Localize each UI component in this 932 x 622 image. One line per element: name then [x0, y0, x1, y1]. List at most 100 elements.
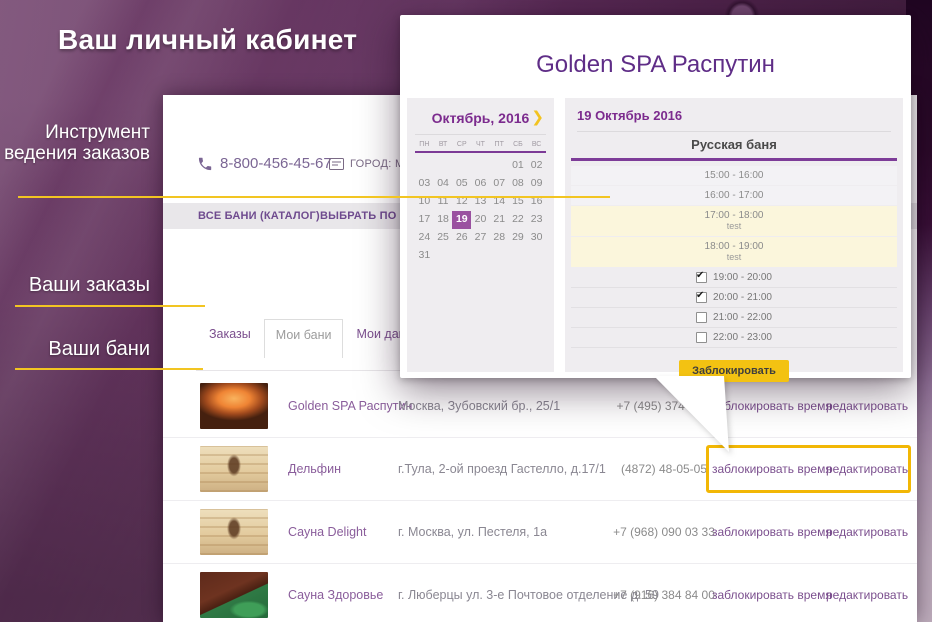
calendar-empty-cell — [490, 247, 509, 265]
tab-my-baths[interactable]: Мои бани — [263, 319, 344, 358]
calendar-divider — [415, 134, 546, 135]
calendar-empty-cell — [415, 157, 434, 175]
calendar-day[interactable]: 25 — [434, 229, 453, 247]
bath-thumbnail[interactable] — [200, 572, 268, 618]
calendar-weekday-label: ВС — [531, 141, 542, 148]
calendar-empty-cell — [434, 247, 453, 265]
slot-time: 20:00 - 21:00 — [713, 292, 772, 303]
calendar-weekday-label: СР — [456, 141, 467, 148]
day-divider — [577, 131, 891, 132]
slot-time: 17:00 - 18:00 — [704, 210, 764, 221]
block-time-link[interactable]: заблокировать время — [712, 525, 832, 539]
calendar-day[interactable]: 04 — [434, 175, 453, 193]
slot-time: 18:00 - 19:00 — [704, 241, 764, 252]
popup-title: Golden SPA Распутин — [536, 51, 775, 78]
edit-link[interactable]: редактировать — [826, 399, 908, 413]
calendar-weekday-label: ЧТ — [476, 141, 485, 148]
slot-time: 15:00 - 16:00 — [704, 170, 764, 181]
calendar-day[interactable]: 08 — [509, 175, 528, 193]
bath-thumbnail[interactable] — [200, 383, 268, 429]
annotation-line — [15, 305, 205, 307]
calendar-day[interactable]: 02 — [527, 157, 546, 175]
table-row: Golden SPA Распутин Москва, Зубовский бр… — [163, 375, 917, 438]
bath-phone: (4872) 48-05-05 — [620, 462, 708, 476]
block-time-link[interactable]: заблокировать время — [712, 588, 832, 602]
bath-thumbnail[interactable] — [200, 446, 268, 492]
slot-checkbox[interactable] — [696, 270, 708, 283]
calendar-month-label: Октябрь, 2016 ❯ — [415, 108, 546, 126]
table-row: Сауна Здоровье г. Люберцы ул. 3-е Почтов… — [163, 564, 917, 622]
phone-icon — [198, 157, 212, 170]
calendar-empty-cell — [452, 247, 471, 265]
calendar-day[interactable]: 22 — [509, 211, 528, 229]
annotation-line — [15, 368, 203, 370]
calendar-day[interactable]: 09 — [527, 175, 546, 193]
bath-name-link[interactable]: Сауна Здоровье — [288, 588, 383, 602]
calendar-empty-cell — [471, 157, 490, 175]
checkbox-slot-row: 20:00 - 21:00 — [571, 288, 897, 308]
slot-checkbox[interactable] — [696, 312, 708, 323]
block-time-link[interactable]: заблокировать время — [712, 462, 832, 476]
bath-name-link[interactable]: Golden SPA Распутин — [288, 399, 412, 413]
calendar-weekday-label: ПН — [419, 141, 430, 148]
calendar-weekday-label: СБ — [513, 141, 523, 148]
annotation-orders-tool: Инструмент ведения заказов — [4, 122, 150, 164]
calendar-day[interactable]: 01 — [509, 157, 528, 175]
day-purple-rule — [571, 158, 897, 161]
bath-phone: +7 (916) 384 84 00 — [613, 588, 715, 602]
calendar-day[interactable]: 27 — [471, 229, 490, 247]
edit-link[interactable]: редактировать — [826, 525, 908, 539]
bath-name-link[interactable]: Дельфин — [288, 462, 341, 476]
checkbox-slot-row: 22:00 - 23:00 — [571, 328, 897, 348]
slot-checkbox[interactable] — [696, 332, 708, 343]
calendar-day[interactable]: 07 — [490, 175, 509, 193]
annotation-line — [18, 196, 610, 198]
calendar-day[interactable]: 24 — [415, 229, 434, 247]
bath-address: г.Тула, 2-ой проезд Гастелло, д.17/1 — [398, 462, 606, 476]
edit-link[interactable]: редактировать — [826, 462, 908, 476]
edit-link[interactable]: редактировать — [826, 588, 908, 602]
calendar-day[interactable]: 21 — [490, 211, 509, 229]
calendar-empty-cell — [490, 157, 509, 175]
calendar-day[interactable]: 18 — [434, 211, 453, 229]
calendar-panel: Октябрь, 2016 ❯ ПН ВТ СР ЧТ ПТ СБ ВС 01 02 03 04 0… — [407, 98, 554, 372]
time-slot-row: 15:00 - 16:00 — [571, 166, 897, 185]
bath-thumbnail[interactable] — [200, 509, 268, 555]
calendar-next-icon[interactable]: ❯ — [531, 108, 544, 126]
annotation-your-baths: Ваши бани — [48, 338, 150, 360]
calendar-weekday-label: ПТ — [494, 141, 504, 148]
calendar-day[interactable]: 30 — [527, 229, 546, 247]
bath-category-label: Русская баня — [691, 137, 777, 152]
calendar-day[interactable]: 23 — [527, 211, 546, 229]
calendar-weekday-row: ПН ВТ СР ЧТ ПТ СБ ВС — [415, 139, 546, 151]
slot-time: 16:00 - 17:00 — [704, 190, 764, 201]
slot-time: 19:00 - 20:00 — [713, 272, 772, 283]
calendar-day[interactable]: 26 — [452, 229, 471, 247]
slot-note: test — [726, 252, 742, 262]
calendar-day[interactable]: 19 — [452, 211, 472, 229]
calendar-empty-cell — [509, 247, 528, 265]
support-phone-number: 8-800-456-45-67 — [220, 155, 332, 172]
tab-orders[interactable]: Заказы — [196, 319, 264, 349]
popup-tail-pointer — [654, 376, 729, 452]
annotation-your-orders: Ваши заказы — [28, 274, 150, 296]
support-phone: 8-800-456-45-67 — [197, 155, 332, 172]
slot-checkbox[interactable] — [696, 290, 708, 303]
checkbox-slot-row: 19:00 - 20:00 — [571, 268, 897, 288]
calendar-day[interactable]: 03 — [415, 175, 434, 193]
calendar-day[interactable]: 28 — [490, 229, 509, 247]
bath-phone: +7 (968) 090 03 33 — [613, 525, 715, 539]
calendar-day-grid: 01 02 03 04 05 06 07 08 09 10 11 12 13 14 15 16 17 18 19 20… — [415, 157, 546, 265]
calendar-empty-cell — [527, 247, 546, 265]
calendar-day[interactable]: 05 — [452, 175, 471, 193]
bath-name-link[interactable]: Сауна Delight — [288, 525, 366, 539]
nav-item-catalog[interactable]: ВСЕ БАНИ (КАТАЛОГ) — [198, 203, 320, 229]
calendar-day[interactable]: 20 — [471, 211, 490, 229]
calendar-day[interactable]: 06 — [471, 175, 490, 193]
calendar-empty-cell — [452, 157, 471, 175]
calendar-day[interactable]: 17 — [415, 211, 434, 229]
bath-address: Москва, Зубовский бр., 25/1 — [398, 399, 561, 413]
calendar-day[interactable]: 31 — [415, 247, 434, 265]
table-row: Дельфин г.Тула, 2-ой проезд Гастелло, д.… — [163, 438, 917, 501]
calendar-day[interactable]: 29 — [509, 229, 528, 247]
